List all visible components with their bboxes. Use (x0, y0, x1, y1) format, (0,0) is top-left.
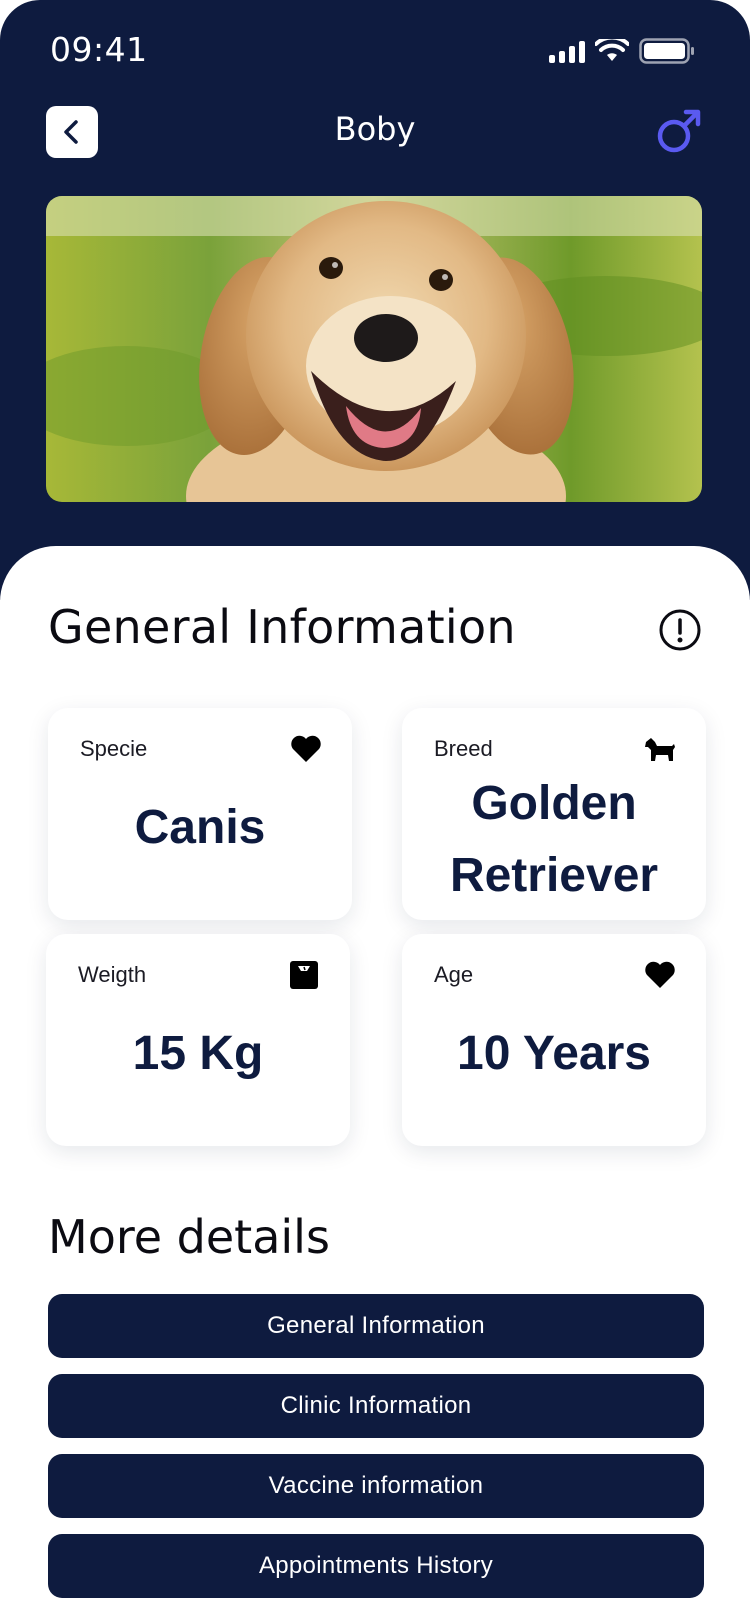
card-label: Weigth (78, 962, 147, 987)
male-icon (657, 109, 701, 153)
status-time: 09:41 (50, 30, 148, 69)
general-information-button[interactable]: General Information (48, 1294, 704, 1358)
card-value: 15 Kg (132, 1027, 264, 1080)
page-title: Boby (334, 110, 416, 148)
battery-icon (639, 38, 694, 64)
dog-icon (645, 738, 675, 761)
card-label: Specie (80, 736, 148, 761)
card-label: Breed (434, 736, 493, 761)
specie-card: Specie Canis (48, 708, 352, 920)
age-card: Age 10 Years (402, 934, 706, 1146)
breed-card: Breed Golden Retriever (402, 708, 706, 920)
vaccine-information-button[interactable]: Vaccine information (48, 1454, 704, 1518)
appointments-history-button[interactable]: Appointments History (48, 1534, 704, 1598)
weight-card: Weigth 15 Kg (46, 934, 350, 1146)
heart-icon (645, 961, 675, 988)
scale-icon (290, 961, 318, 989)
heart-icon (291, 735, 321, 762)
pet-profile-screen: 09:41 Boby General Information Specie Ca… (0, 0, 750, 1624)
card-value-line1: Golden (471, 777, 637, 830)
pet-photo (46, 196, 702, 502)
wifi-icon (595, 39, 629, 61)
info-alert-icon[interactable] (658, 608, 702, 652)
clinic-information-button[interactable]: Clinic Information (48, 1374, 704, 1438)
card-value: Canis (134, 801, 266, 854)
status-icons (549, 38, 695, 64)
cellular-signal-icon (549, 39, 585, 63)
card-value-line2: Retriever (449, 849, 659, 902)
card-value: 10 Years (457, 1027, 651, 1080)
general-information-title: General Information (48, 600, 516, 654)
card-label: Age (434, 962, 474, 987)
more-details-title: More details (48, 1210, 330, 1264)
